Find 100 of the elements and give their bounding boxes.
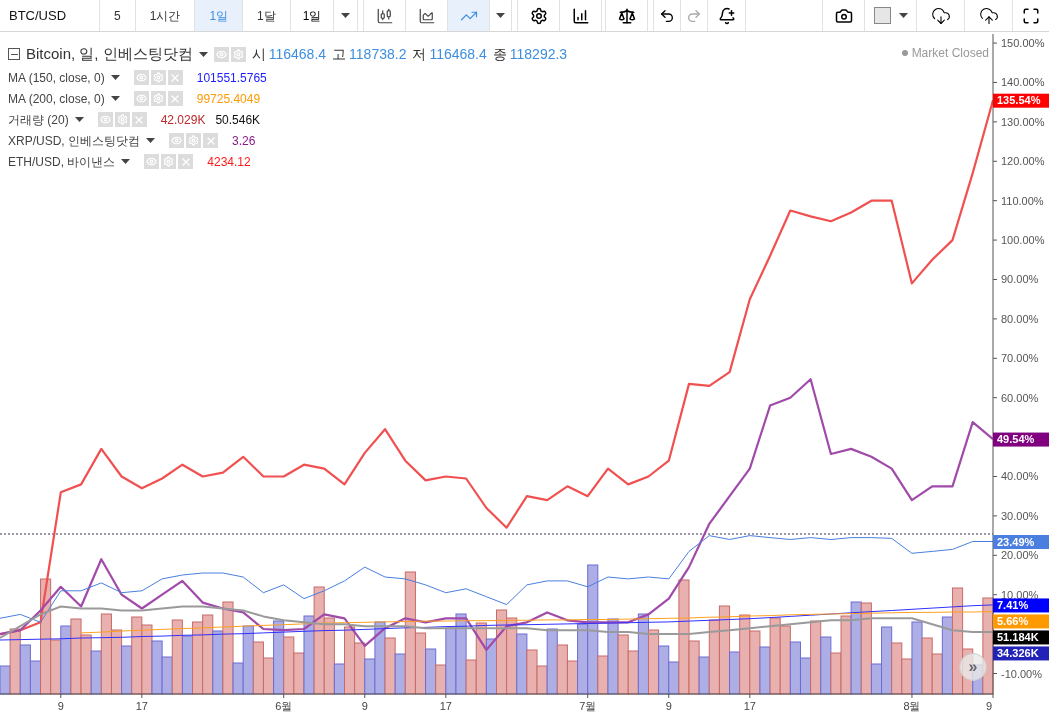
caret-icon xyxy=(496,13,506,18)
caret-icon xyxy=(74,117,84,122)
eye-icon xyxy=(135,93,147,104)
y-axis-label: 70.00% xyxy=(1001,352,1039,365)
eye-icon xyxy=(99,114,111,125)
visibility-button[interactable] xyxy=(144,154,160,169)
ohlc-value: 118738.2 xyxy=(349,44,407,64)
square-icon xyxy=(873,7,891,24)
settings-icon xyxy=(163,156,175,167)
settings-icon xyxy=(152,93,164,104)
price-tag: 23.49% xyxy=(993,535,1049,549)
collapse-icon[interactable] xyxy=(8,48,20,61)
x-axis-label: 17 xyxy=(743,700,756,712)
undo-icon xyxy=(659,7,676,24)
settings-icon xyxy=(152,72,164,83)
price-tag: 34.326K xyxy=(993,646,1049,661)
indicator-name: MA (200, close, 0) xyxy=(8,90,105,108)
camera-icon xyxy=(834,6,853,25)
legend-title: Bitcoin, 일, 인베스팅닷컴 xyxy=(26,44,193,64)
x-axis-label: 17 xyxy=(439,700,452,712)
bell-plus-icon xyxy=(717,6,736,25)
x-axis-label: 9 xyxy=(361,700,368,712)
bar-chart-icon xyxy=(571,6,590,25)
visibility-button[interactable] xyxy=(133,91,149,106)
price-tag: 7.41% xyxy=(993,598,1049,613)
ohlc-label: 시 xyxy=(251,44,266,64)
eye-icon xyxy=(146,156,158,167)
indicator-value: 4234.12 xyxy=(207,153,251,171)
area-chart-icon xyxy=(417,6,436,25)
y-axis-label: 130.00% xyxy=(1001,115,1045,128)
eye-icon xyxy=(135,72,147,83)
cloud-upload-icon xyxy=(978,5,999,26)
y-axis-label: 150.00% xyxy=(1001,37,1045,50)
caret-icon xyxy=(110,75,120,80)
x-axis-label: 9 xyxy=(665,700,672,712)
indicator-name: XRP/USD, 인베스팅닷컴 xyxy=(8,132,140,150)
close-button[interactable] xyxy=(167,70,183,85)
x-axis-label: 9 xyxy=(57,700,64,712)
eye-icon xyxy=(215,48,227,60)
y-axis-label: 90.00% xyxy=(1001,273,1039,286)
y-axis-label: 20.00% xyxy=(1001,549,1039,562)
indicator-value: 99725.4049 xyxy=(196,90,261,108)
visibility-button[interactable] xyxy=(213,46,229,62)
indicator-name: ETH/USD, 바이낸스 xyxy=(8,153,116,171)
eye-icon xyxy=(171,135,182,146)
caret-icon xyxy=(146,138,155,143)
price-tag: 51.184K xyxy=(993,630,1049,645)
x-axis-label: 17 xyxy=(135,700,148,712)
caret-icon xyxy=(341,13,351,18)
settings-icon xyxy=(529,6,548,25)
price-tag: 49.54% xyxy=(993,432,1049,447)
x-axis-label: 6월 xyxy=(275,700,293,712)
settings-icon xyxy=(232,48,244,60)
close-button[interactable] xyxy=(131,112,147,127)
market-status: Market Closed xyxy=(911,45,989,62)
ohlc-value: 116468.4 xyxy=(268,44,327,64)
interval-menu-button[interactable]: 1일 xyxy=(290,0,335,31)
indicator-value: 101551.5765 xyxy=(196,69,267,87)
candlestick-chart-icon xyxy=(375,6,394,25)
y-axis-label: 120.00% xyxy=(1001,155,1045,168)
y-axis-label: 30.00% xyxy=(1001,509,1039,522)
redo-icon xyxy=(686,7,703,24)
y-axis-label: 40.00% xyxy=(1001,470,1039,483)
y-axis-label: 80.00% xyxy=(1001,312,1039,325)
y-axis-label: -10.00% xyxy=(1001,667,1042,680)
ohlc-label: 종 xyxy=(492,44,507,64)
x-axis-label: 7월 xyxy=(579,700,597,712)
settings-icon xyxy=(116,114,128,125)
price-tag: 5.66% xyxy=(993,614,1049,629)
price-tag: 135.54% xyxy=(993,93,1049,108)
indicator-value: 3.26 xyxy=(232,132,256,150)
x-axis-label: 9 xyxy=(985,700,993,712)
caret-icon xyxy=(898,13,908,18)
y-axis-label: 10.00% xyxy=(1001,588,1039,601)
ohlc-label: 저 xyxy=(412,44,427,64)
visibility-button[interactable] xyxy=(133,70,149,85)
ohlc-value: 116468.4 xyxy=(429,44,487,64)
scale-icon xyxy=(617,6,636,25)
caret-icon xyxy=(110,96,120,101)
indicator-value: 42.029K xyxy=(160,111,206,129)
caret-icon xyxy=(121,159,131,164)
y-axis-label: 100.00% xyxy=(1001,234,1045,247)
cloud-download-icon xyxy=(930,5,951,26)
close-button[interactable] xyxy=(178,154,194,169)
caret-icon xyxy=(198,51,208,57)
y-axis-label: 110.00% xyxy=(1001,194,1044,207)
fullscreen-icon xyxy=(1022,6,1040,25)
visibility-button[interactable] xyxy=(169,133,184,148)
y-axis-label: 140.00% xyxy=(1001,76,1045,89)
settings-icon xyxy=(188,135,199,146)
indicator-name: MA (150, close, 0) xyxy=(8,69,105,87)
indicator-name: 거래량 (20) xyxy=(8,111,69,129)
ohlc-value: 118292.3 xyxy=(509,44,568,64)
visibility-button[interactable] xyxy=(97,112,113,127)
indicator-value: 50.546K xyxy=(215,111,261,129)
close-button[interactable] xyxy=(203,133,218,148)
y-axis-label: 60.00% xyxy=(1001,391,1039,404)
x-axis-label: 8월 xyxy=(903,700,921,712)
close-button[interactable] xyxy=(167,91,183,106)
ohlc-label: 고 xyxy=(332,44,347,64)
